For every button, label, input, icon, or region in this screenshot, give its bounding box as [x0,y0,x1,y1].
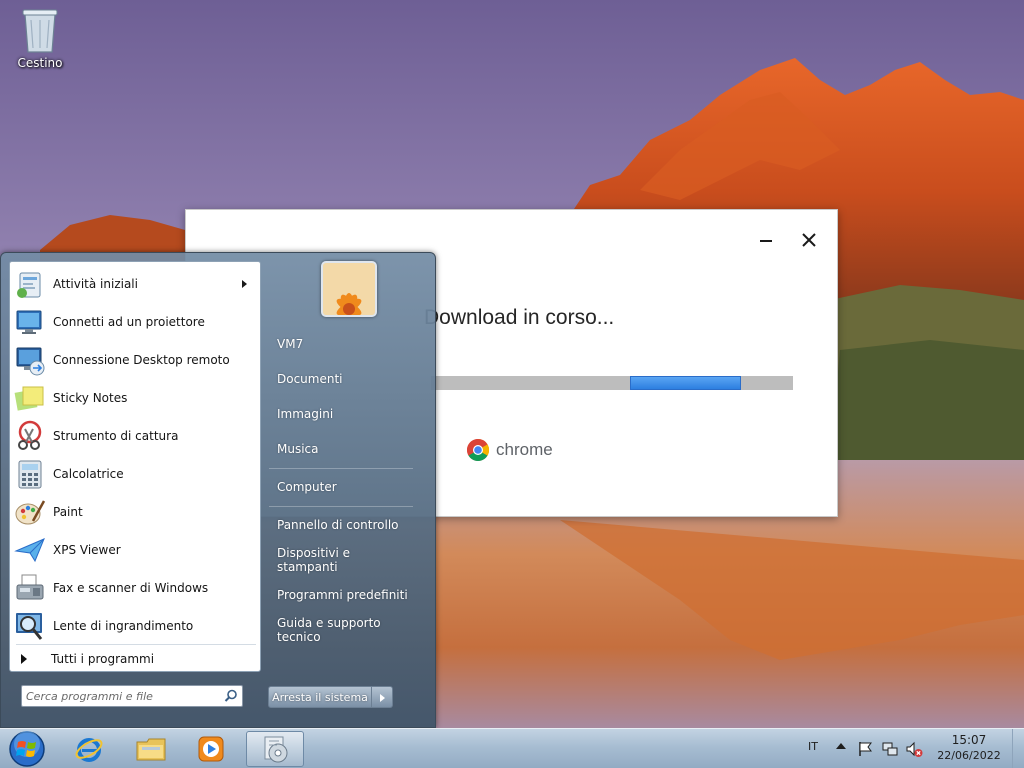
shutdown-button[interactable]: Arresta il sistema [268,686,372,708]
all-programs-button[interactable]: Tutti i programmi [13,648,257,670]
program-label: Lente di ingrandimento [53,619,194,633]
start-search-box[interactable] [21,685,243,707]
recycle-bin-icon [22,9,58,53]
program-item-magnifier[interactable]: Lente di ingrandimento [13,608,257,644]
place-user-folder[interactable]: VM7 [269,330,413,358]
program-label: Calcolatrice [53,467,124,481]
program-label: Attività iniziali [53,277,138,291]
start-search-input[interactable] [26,688,216,704]
calculator-icon [18,460,42,489]
projector-icon [16,310,42,334]
program-item-snipping-tool[interactable]: Strumento di cattura [13,418,257,454]
action-center-flag-icon[interactable] [857,740,875,758]
folder-icon [136,738,166,761]
show-hidden-icons-icon[interactable] [836,743,846,749]
taskbar-chrome-installer[interactable] [246,731,304,767]
desktop-icon-label: Cestino [17,56,63,70]
divider [269,468,413,469]
volume-muted-icon[interactable] [905,740,923,758]
start-menu: Attività iniziali Connetti ad un proiett… [0,252,436,728]
program-label: Connessione Desktop remoto [53,353,230,367]
download-progress-bar [431,376,793,390]
snipping-tool-icon [18,420,42,450]
download-progress-fill [630,376,741,390]
paint-icon [15,500,46,525]
search-icon[interactable] [224,689,238,703]
program-label: XPS Viewer [53,543,121,557]
divider [269,506,413,507]
minimize-button[interactable] [753,230,779,252]
desktop-icon-recycle-bin[interactable]: Cestino [8,6,72,70]
chevron-right-icon [380,694,385,702]
program-label: Strumento di cattura [53,429,179,443]
flower-avatar-icon [323,263,375,315]
clock-time: 15:07 [951,733,987,747]
taskbar: IT 15:07 22/06/2022 [0,728,1024,768]
program-item-fax-scanner[interactable]: Fax e scanner di Windows [13,570,257,606]
fax-scanner-icon [16,574,44,600]
internet-explorer-icon [75,738,103,762]
chrome-brand: chrome [466,438,553,462]
program-item-paint[interactable]: Paint [13,494,257,530]
program-item-getting-started[interactable]: Attività iniziali [13,266,257,302]
user-picture[interactable] [321,261,377,317]
taskbar-internet-explorer[interactable] [62,731,116,767]
windows-logo-icon [9,731,45,767]
place-pictures[interactable]: Immagini [269,400,413,428]
show-desktop-button[interactable] [1012,729,1024,768]
program-item-calculator[interactable]: Calcolatrice [13,456,257,492]
program-label: Fax e scanner di Windows [53,581,209,595]
place-music[interactable]: Musica [269,435,413,463]
place-documents[interactable]: Documenti [269,365,413,393]
xps-viewer-icon [14,538,45,563]
place-default-programs[interactable]: Programmi predefiniti [269,581,413,609]
installer-title: Download in corso... [424,306,615,329]
taskbar-clock[interactable]: 15:07 22/06/2022 [930,733,1008,762]
divider [16,644,256,645]
program-label: Connetti ad un proiettore [53,315,205,329]
submenu-arrow-icon [242,280,247,288]
chrome-logo-icon [467,439,489,461]
network-icon[interactable] [881,740,899,758]
start-button[interactable] [4,730,50,768]
taskbar-explorer[interactable] [124,731,178,767]
program-item-xps-viewer[interactable]: XPS Viewer [13,532,257,568]
program-item-projector[interactable]: Connetti ad un proiettore [13,304,257,340]
place-control-panel[interactable]: Pannello di controllo [269,511,413,539]
start-menu-programs-pane: Attività iniziali Connetti ad un proiett… [9,261,261,672]
shutdown-options-button[interactable] [372,686,393,708]
program-label: Sticky Notes [53,391,128,405]
media-player-icon [198,736,224,762]
sticky-notes-icon [14,386,44,411]
language-indicator[interactable]: IT [808,740,818,753]
magnifier-icon [16,613,43,640]
all-programs-arrow-icon [21,654,27,664]
program-label: Paint [53,505,83,519]
program-item-sticky-notes[interactable]: Sticky Notes [13,380,257,416]
place-help-support[interactable]: Guida e supporto tecnico [269,616,413,644]
remote-desktop-icon [16,347,45,376]
place-computer[interactable]: Computer [269,473,413,501]
installer-icon [264,736,288,763]
program-item-remote-desktop[interactable]: Connessione Desktop remoto [13,342,257,378]
all-programs-label: Tutti i programmi [51,652,155,666]
close-icon [802,233,816,247]
place-devices-printers[interactable]: Dispositivi e stampanti [269,546,413,574]
minimize-icon [760,240,772,242]
getting-started-icon [17,272,41,298]
taskbar-media-player[interactable] [184,731,238,767]
clock-date: 22/06/2022 [937,749,1001,762]
chrome-brand-text: chrome [496,440,553,459]
close-button[interactable] [796,230,822,252]
